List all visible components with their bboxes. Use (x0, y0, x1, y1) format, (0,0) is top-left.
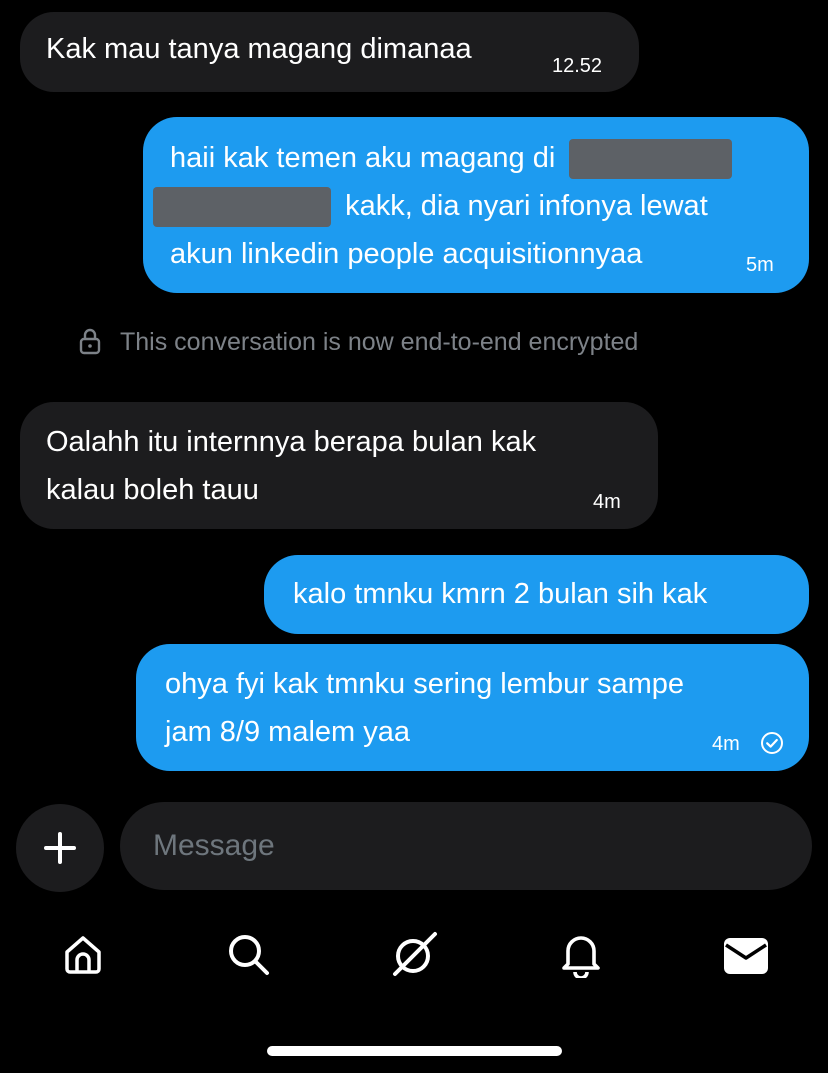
incoming-message[interactable]: Oalahh itu internnya berapa bulan kak ka… (20, 402, 658, 529)
outgoing-message[interactable]: haii kak temen aku magang di kakk, dia n… (143, 117, 809, 293)
message-text: Kak mau tanya magang dimanaa (46, 33, 472, 65)
grok-icon[interactable] (389, 929, 439, 979)
message-time: 4m (712, 733, 740, 755)
home-icon[interactable] (61, 932, 105, 976)
redacted-block (569, 139, 733, 180)
bell-icon[interactable] (560, 932, 602, 978)
message-text: ohya fyi kak tmnku sering lembur sampe (165, 668, 684, 700)
outgoing-message[interactable]: ohya fyi kak tmnku sering lembur sampe j… (136, 644, 809, 771)
message-text: akun linkedin people acquisitionnyaa (170, 238, 643, 270)
message-text: kakk, dia nyari infonya lewat (345, 190, 708, 222)
message-time: 4m (593, 491, 621, 513)
encryption-notice-text: This conversation is now end-to-end encr… (120, 328, 639, 356)
plus-icon (44, 832, 76, 864)
add-attachment-button[interactable] (16, 804, 104, 892)
outgoing-message[interactable]: kalo tmnku kmrn 2 bulan sih kak (264, 555, 809, 634)
message-text: kalo tmnku kmrn 2 bulan sih kak (293, 578, 708, 610)
search-icon[interactable] (226, 932, 272, 978)
encryption-notice: This conversation is now end-to-end encr… (78, 326, 800, 358)
message-time: 5m (746, 254, 774, 276)
redacted-block (153, 187, 331, 228)
home-indicator (267, 1046, 562, 1056)
message-input-placeholder: Message (153, 829, 275, 862)
message-input[interactable]: Message (120, 802, 812, 890)
message-time: 12.52 (552, 55, 603, 77)
envelope-icon[interactable] (723, 936, 769, 976)
message-text: Oalahh itu internnya berapa bulan kak (46, 426, 537, 458)
message-text: kalau boleh tauu (46, 474, 259, 506)
read-check-icon (761, 732, 783, 754)
incoming-message[interactable]: Kak mau tanya magang dimanaa 12.52 (20, 12, 639, 92)
message-text: haii kak temen aku magang di (170, 142, 556, 174)
